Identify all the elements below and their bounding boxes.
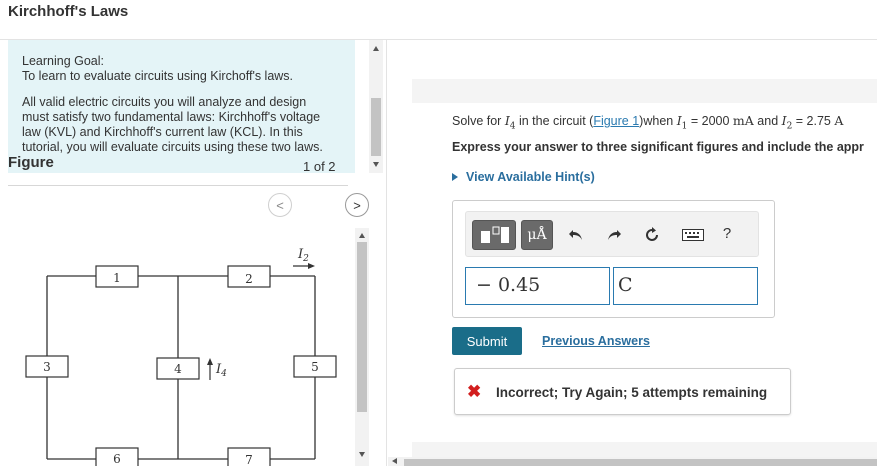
caret-right-icon [452,173,458,181]
feedback-box: ✖ Incorrect; Try Again; 5 attempts remai… [454,368,791,415]
help-button[interactable]: ? [717,224,737,242]
keyboard-icon [682,229,704,241]
reset-icon [646,227,658,241]
learning-goal-line: law (KVL) and Kirchhoff's current law (K… [22,125,303,139]
chevron-right-icon: > [353,197,361,213]
scroll-left-arrow-icon[interactable] [392,458,397,464]
learning-goal-text: To learn to evaluate circuits using Kirc… [22,69,294,83]
horizontal-scrollbar[interactable] [388,457,877,466]
circuit-element-label: 7 [245,453,253,466]
learning-goal-title: Learning Goal: [22,54,105,68]
arrowhead-up-icon [207,358,213,365]
circuit-element-label: 5 [311,360,319,374]
current-label-i4: I4 [215,362,227,379]
view-hints-toggle[interactable]: View Available Hint(s) [452,170,595,184]
goal-scrollbar-thumb[interactable] [371,98,381,156]
redo-icon [608,230,621,240]
figure-pager-text: 1 of 2 [303,159,336,174]
keyboard-button[interactable] [681,226,705,244]
scroll-up-arrow-icon[interactable] [358,233,365,238]
scroll-down-arrow-icon[interactable] [358,452,365,457]
current-label-i2: I2 [297,247,309,264]
reset-button[interactable] [642,226,662,244]
previous-answers-link[interactable]: Previous Answers [542,334,650,348]
horizontal-scrollbar-thumb[interactable] [404,459,877,466]
redo-button[interactable] [604,226,624,244]
templates-button[interactable] [472,220,516,250]
question-text: Solve for I4 in the circuit (Figure 1)wh… [452,113,844,132]
column-divider [386,40,387,466]
figure-scrollbar[interactable] [355,228,369,466]
page-title: Kirchhoff's Laws [8,3,129,20]
figure-1-link[interactable]: Figure 1 [593,114,639,128]
view-hints-label: View Available Hint(s) [466,170,595,184]
circuit-element-label: 1 [113,271,121,285]
circuit-element-label: 2 [245,272,253,286]
scroll-up-arrow-icon[interactable] [372,46,379,51]
submit-button[interactable]: Submit [452,327,522,355]
scroll-down-arrow-icon[interactable] [372,162,379,167]
undo-icon [569,230,582,240]
circuit-diagram: 1 2 3 4 5 6 7 I2 I4 [25,247,337,466]
feedback-text: Incorrect; Try Again; 5 attempts remaini… [496,385,768,400]
circuit-element-label: 4 [174,362,182,376]
goal-scrollbar[interactable] [369,40,383,173]
math-toolbar: μÅ ? [465,211,759,257]
circuit-element-label: 3 [43,360,51,374]
undo-button[interactable] [566,226,586,244]
learning-goal-box: Learning Goal: To learn to evaluate circ… [8,40,355,173]
answer-box: μÅ ? − 0.45 C [452,200,775,318]
learning-goal-body: All valid electric circuits you will ana… [22,95,343,155]
learning-goal-line: All valid electric circuits you will ana… [22,95,307,109]
learning-goal-line: must satisfy two fundamental laws: Kirch… [22,110,321,124]
answer-instructions: Express your answer to three significant… [452,140,864,154]
arrowhead-right-icon [308,263,315,269]
figure-label: Figure [8,154,54,171]
units-button[interactable]: μÅ [521,220,553,250]
incorrect-x-icon: ✖ [467,382,482,401]
answer-value-input[interactable]: − 0.45 [465,267,610,305]
circuit-element-label: 6 [113,452,121,466]
learning-goal-line: tutorial, you will evaluate circuits usi… [22,140,323,154]
figure-scrollbar-thumb[interactable] [357,242,367,412]
answer-unit-input[interactable]: C [613,267,758,305]
templates-icon [481,226,509,243]
question-header-band [412,79,877,103]
